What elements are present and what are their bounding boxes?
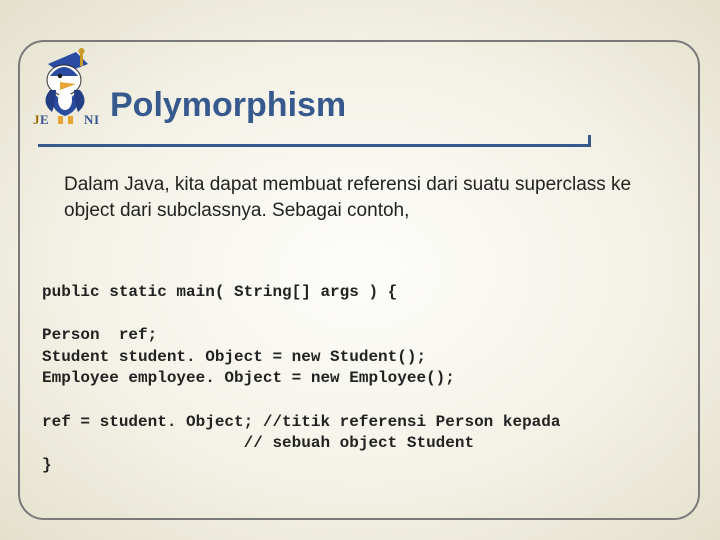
svg-text:N: N	[84, 112, 94, 127]
svg-text:E: E	[40, 112, 49, 127]
slide-title: Polymorphism	[110, 86, 346, 125]
svg-text:J: J	[33, 112, 40, 127]
svg-text:I: I	[94, 112, 99, 127]
jeni-logo: J E N I	[30, 46, 102, 128]
code-block: public static main( String[] args ) { Pe…	[42, 282, 682, 476]
title-underline	[38, 144, 590, 147]
underline-tick	[588, 135, 591, 147]
body-paragraph: Dalam Java, kita dapat membuat referensi…	[64, 172, 654, 223]
